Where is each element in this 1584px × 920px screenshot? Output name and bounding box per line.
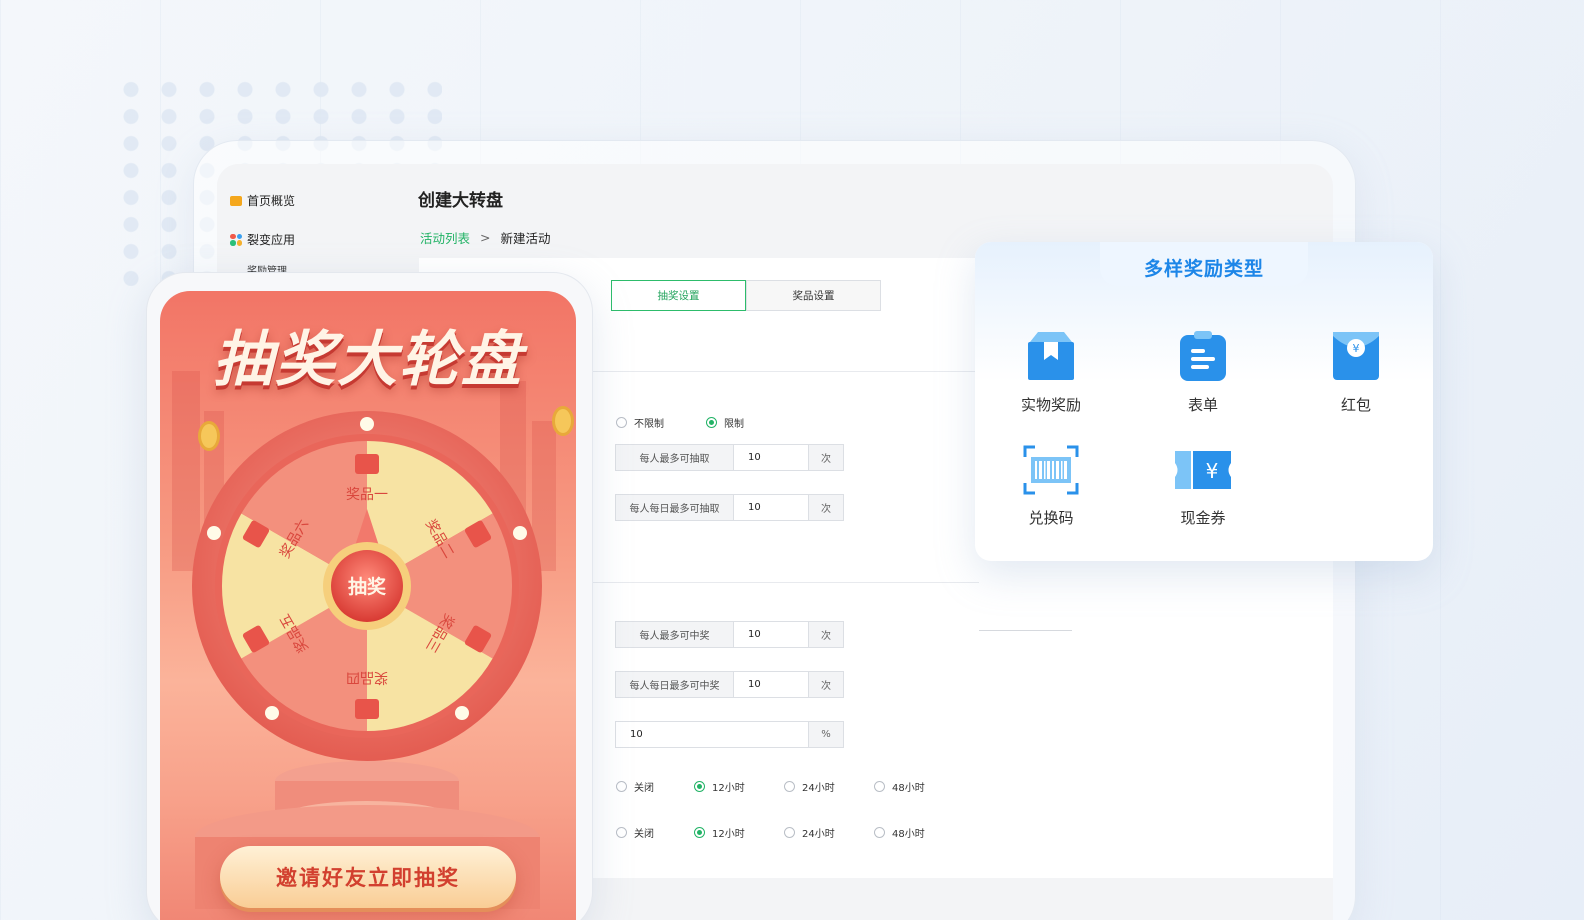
radio-dot <box>694 827 705 838</box>
apps-icon <box>230 233 242 246</box>
sidebar-item-label: 裂变应用 <box>247 233 296 247</box>
radio-dot <box>706 417 717 428</box>
breadcrumb-link[interactable]: 活动列表 <box>420 228 470 247</box>
percent-field: 10 % <box>615 721 844 748</box>
radio-24h[interactable]: 24小时 <box>784 779 874 794</box>
radio-dot <box>694 781 705 792</box>
radio-off[interactable]: 关闭 <box>616 825 694 840</box>
radio-dot <box>874 827 885 838</box>
radio-dot <box>784 827 795 838</box>
svg-text:¥: ¥ <box>1206 459 1219 483</box>
reward-item-cash-coupon[interactable]: ¥ 现金券 <box>1148 445 1258 528</box>
time-radio-group-1: 关闭 12小时 24小时 48小时 <box>616 779 925 794</box>
reward-label: 红包 <box>1340 396 1371 414</box>
field-unit: 次 <box>809 445 843 470</box>
limit-radio-group: 不限制 限制 <box>616 415 744 430</box>
sidebar-item-apps[interactable]: 裂变应用 <box>230 231 295 248</box>
field-unit: 次 <box>809 672 843 697</box>
reward-item-physical[interactable]: 实物奖励 <box>996 330 1106 415</box>
red-envelope-icon: ¥ <box>1333 332 1379 380</box>
daily-draw-field: 每人每日最多可抽取 10 次 <box>615 494 844 521</box>
radio-label: 48小时 <box>892 783 925 794</box>
invite-friends-button[interactable]: 邀请好友立即抽奖 <box>220 846 516 908</box>
reward-label: 表单 <box>1187 396 1218 414</box>
breadcrumb-current: 新建活动 <box>500 231 551 246</box>
max-draw-field: 每人最多可抽取 10 次 <box>615 444 844 471</box>
daily-win-input[interactable]: 10 <box>734 672 809 697</box>
reward-item-red-envelope[interactable]: ¥ 红包 <box>1301 330 1411 415</box>
radio-label: 24小时 <box>802 829 835 840</box>
cash-ticket-icon: ¥ <box>1175 451 1231 489</box>
radio-label: 24小时 <box>802 783 835 794</box>
radio-label: 不限制 <box>634 419 664 430</box>
reward-item-form[interactable]: 表单 <box>1148 330 1258 415</box>
spin-button-label: 抽奖 <box>348 575 387 598</box>
reward-label: 兑换码 <box>1028 509 1074 527</box>
lottery-phone-screen: 抽奖大轮盘 奖品一 奖品二 奖品三 奖品四 奖品五 奖品六 抽奖 邀请好友立即抽… <box>160 291 576 920</box>
radio-label: 12小时 <box>712 783 745 794</box>
max-draw-input[interactable]: 10 <box>734 445 809 470</box>
reward-item-redeem-code[interactable]: 兑换码 <box>996 445 1106 528</box>
home-icon <box>230 195 242 206</box>
radio-label: 关闭 <box>634 829 654 840</box>
prize-label: 奖品一 <box>346 486 388 503</box>
field-unit: 次 <box>809 495 843 520</box>
field-label: 每人最多可中奖 <box>616 622 734 647</box>
barcode-scan-icon <box>1023 445 1079 495</box>
reward-label: 实物奖励 <box>1020 396 1081 414</box>
reward-types-card: 多样奖励类型 实物奖励 表单 ¥ 红包 兑换码 ¥ 现金券 <box>975 242 1433 561</box>
radio-label: 12小时 <box>712 829 745 840</box>
max-win-field: 每人最多可中奖 10 次 <box>615 621 844 648</box>
time-radio-group-2: 关闭 12小时 24小时 48小时 <box>616 825 925 840</box>
percent-input[interactable]: 10 <box>616 722 809 747</box>
field-label: 每人每日最多可中奖 <box>616 672 734 697</box>
prize-wheel: 奖品一 奖品二 奖品三 奖品四 奖品五 奖品六 抽奖 <box>192 411 542 761</box>
radio-dot <box>784 781 795 792</box>
field-label: 每人每日最多可抽取 <box>616 495 734 520</box>
sidebar-item-label: 首页概览 <box>247 194 296 208</box>
reward-label: 现金券 <box>1180 509 1226 527</box>
radio-unlimited[interactable]: 不限制 <box>616 415 664 430</box>
field-unit: % <box>809 722 843 747</box>
radio-dot <box>874 781 885 792</box>
prize-label: 奖品四 <box>346 669 388 686</box>
max-win-input[interactable]: 10 <box>734 622 809 647</box>
radio-12h[interactable]: 12小时 <box>694 825 784 840</box>
radio-dot <box>616 781 627 792</box>
radio-48h[interactable]: 48小时 <box>874 825 925 840</box>
breadcrumb: 活动列表 > 新建活动 <box>420 228 551 247</box>
box-icon <box>1028 332 1074 380</box>
radio-24h[interactable]: 24小时 <box>784 825 874 840</box>
svg-text:¥: ¥ <box>1353 342 1360 355</box>
coin-icon <box>552 406 574 436</box>
radio-48h[interactable]: 48小时 <box>874 779 925 794</box>
chevron-right-icon: > <box>480 230 491 245</box>
tab-bar: 抽奖设置 奖品设置 <box>611 280 881 311</box>
radio-label: 关闭 <box>634 783 654 794</box>
daily-win-field: 每人每日最多可中奖 10 次 <box>615 671 844 698</box>
field-label: 每人最多可抽取 <box>616 445 734 470</box>
page-title: 创建大转盘 <box>418 191 503 211</box>
daily-draw-input[interactable]: 10 <box>734 495 809 520</box>
radio-off[interactable]: 关闭 <box>616 779 694 794</box>
radio-label: 限制 <box>724 419 744 430</box>
tab-prize-settings[interactable]: 奖品设置 <box>746 280 881 311</box>
radio-dot <box>616 827 627 838</box>
field-unit: 次 <box>809 622 843 647</box>
lottery-title: 抽奖大轮盘 <box>213 325 523 395</box>
sidebar-item-home[interactable]: 首页概览 <box>230 192 295 209</box>
radio-12h[interactable]: 12小时 <box>694 779 784 794</box>
tab-draw-settings[interactable]: 抽奖设置 <box>611 280 746 311</box>
radio-dot <box>616 417 627 428</box>
radio-limited[interactable]: 限制 <box>706 415 744 430</box>
radio-label: 48小时 <box>892 829 925 840</box>
clipboard-icon <box>1180 331 1226 381</box>
section-divider <box>979 630 1072 631</box>
card-title: 多样奖励类型 <box>1143 258 1264 280</box>
